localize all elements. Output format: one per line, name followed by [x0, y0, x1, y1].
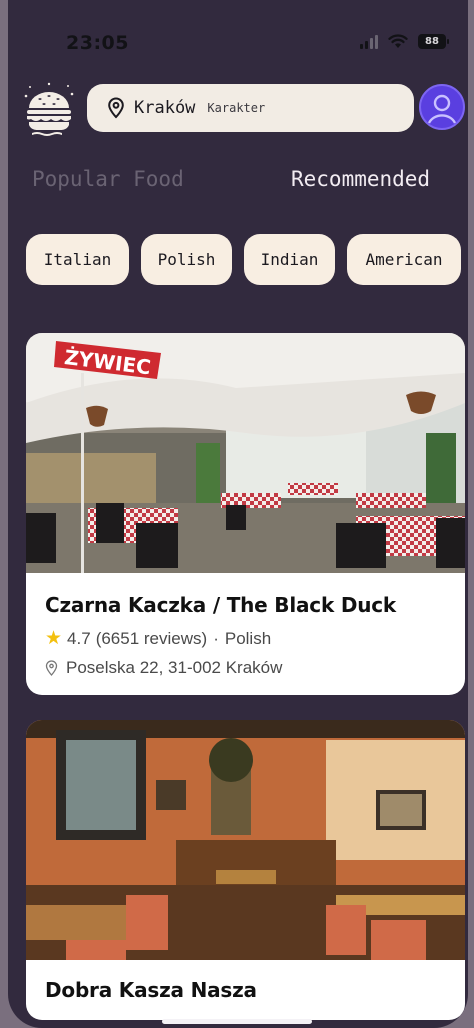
- location-city: Kraków: [134, 98, 196, 118]
- restaurant-rating: 4.7: [67, 628, 91, 648]
- restaurant-name: Dobra Kasza Nasza: [45, 978, 257, 1002]
- restaurant-card[interactable]: Dobra Kasza Nasza: [26, 720, 465, 1020]
- category-chip-indian[interactable]: Indian: [244, 234, 335, 285]
- category-chip-american[interactable]: American: [347, 234, 461, 285]
- user-avatar-icon[interactable]: [419, 84, 465, 130]
- restaurant-photo: [26, 720, 465, 960]
- meta-separator: ·: [213, 628, 219, 648]
- restaurant-address: Poselska 22, 31-002 Kraków: [66, 658, 283, 677]
- restaurant-reviews: (6651 reviews): [95, 628, 208, 648]
- restaurant-card[interactable]: ŻYWIEC Czarna Kaczka / The Black Duck ★: [26, 333, 465, 695]
- wifi-icon: [388, 34, 408, 48]
- location-search-bar[interactable]: Kraków Karakter: [87, 84, 414, 132]
- burger-logo-icon[interactable]: [20, 80, 78, 138]
- cellular-signal-icon: [360, 34, 378, 49]
- location-district: Karakter: [207, 101, 266, 115]
- status-bar: 23:05 88: [8, 0, 468, 86]
- user-silhouette-icon: [427, 94, 457, 124]
- location-pin-icon: [108, 97, 124, 119]
- restaurant-name: Czarna Kaczka / The Black Duck: [45, 593, 397, 617]
- category-chip-italian[interactable]: Italian: [26, 234, 129, 285]
- restaurant-info: Dobra Kasza Nasza: [45, 978, 455, 1002]
- restaurant-photo: ŻYWIEC: [26, 333, 465, 573]
- tab-popular-food[interactable]: Popular Food: [32, 167, 184, 191]
- app-screen: 23:05 88 Kraków Karakter Popular Food Re…: [8, 0, 468, 1028]
- tab-recommended[interactable]: Recommended: [291, 167, 430, 191]
- restaurant-address-row: Poselska 22, 31-002 Kraków: [45, 658, 455, 678]
- battery-icon: 88: [418, 34, 449, 49]
- home-indicator[interactable]: [162, 1019, 312, 1024]
- restaurant-info: Czarna Kaczka / The Black Duck ★ 4.7 (66…: [45, 593, 455, 678]
- status-icons: 88: [360, 34, 449, 49]
- category-chip-polish[interactable]: Polish: [141, 234, 232, 285]
- restaurant-cuisine: Polish: [224, 628, 272, 648]
- restaurant-meta: ★ 4.7 (6651 reviews) · Polish: [45, 627, 455, 650]
- location-pin-icon: [45, 660, 58, 676]
- status-time: 23:05: [66, 32, 129, 54]
- star-icon: ★: [45, 628, 63, 649]
